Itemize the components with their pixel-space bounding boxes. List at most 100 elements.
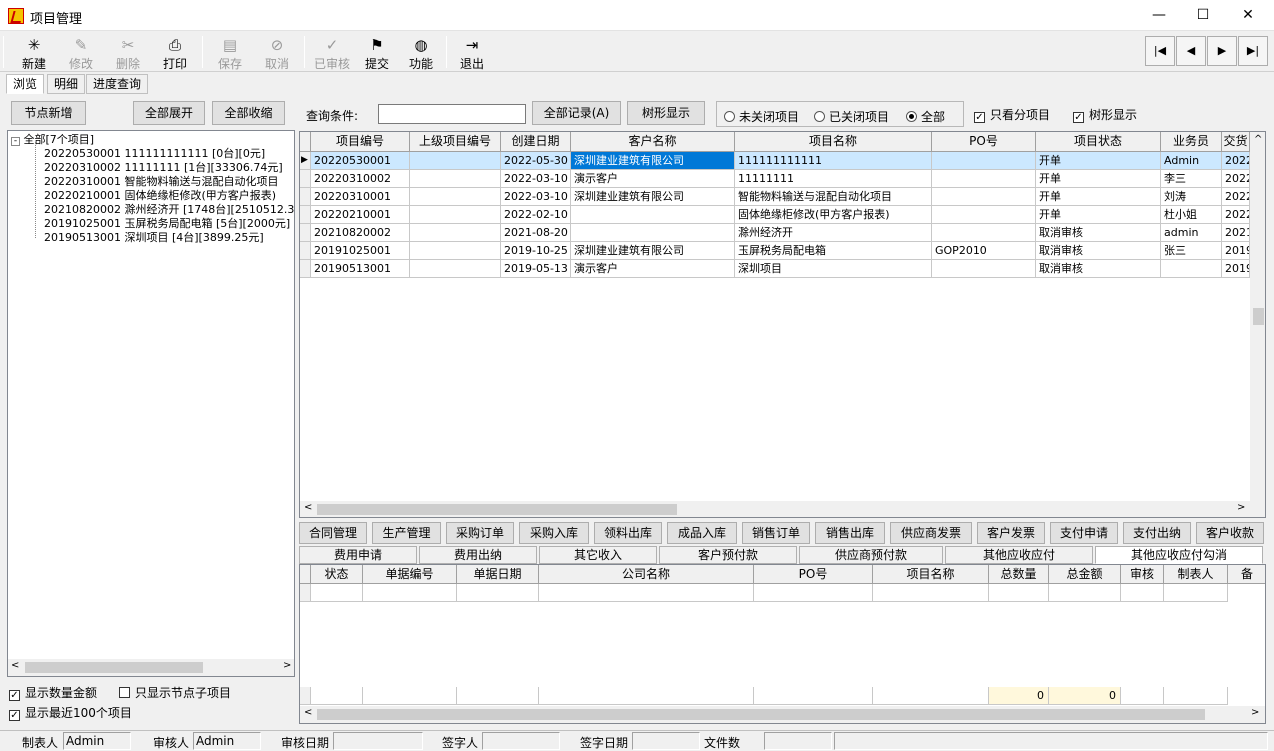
grid-cell[interactable]: 2022-02-10 15 (501, 206, 571, 224)
grid-cell[interactable]: 杜小姐 (1161, 206, 1222, 224)
grid-cell[interactable]: 开单 (1036, 152, 1161, 170)
grid-cell[interactable] (571, 206, 735, 224)
grid-cell[interactable] (571, 224, 735, 242)
tab-detail[interactable]: 明细 (47, 74, 86, 94)
col-header[interactable]: 状态 (311, 565, 363, 584)
module-button[interactable]: 销售出库 (815, 522, 885, 544)
grid-cell[interactable]: 演示客户 (571, 170, 735, 188)
module-button[interactable]: 合同管理 (299, 522, 367, 544)
grid-cell[interactable]: 深圳建业建筑有限公司 (571, 188, 735, 206)
grid-cell[interactable]: admin (1161, 224, 1222, 242)
project-tree[interactable]: - 全部[7个项目] 20220530001 111111111111 [0台]… (7, 130, 295, 677)
col-header[interactable]: 单据编号 (363, 565, 457, 584)
module-tab[interactable]: 费用申请 (299, 546, 417, 564)
col-header[interactable]: 总数量 (989, 565, 1049, 584)
empty-cell[interactable] (1121, 584, 1164, 602)
scroll-thumb[interactable] (25, 662, 203, 673)
module-tab[interactable]: 其他应收应付勾消 (1095, 546, 1263, 564)
grid-cell[interactable]: 开单 (1036, 170, 1161, 188)
radio-closed[interactable]: 已关闭项目 (814, 108, 889, 125)
radio-unclosed[interactable]: 未关闭项目 (724, 108, 799, 125)
show-recent-100-checkbox[interactable]: ✓ 显示最近100个项目 (9, 704, 132, 721)
grid-cell[interactable]: 20220310002 (311, 170, 410, 188)
grid-cell[interactable] (932, 206, 1036, 224)
module-button[interactable]: 供应商发票 (890, 522, 972, 544)
only-subprojects-checkbox[interactable]: ✓ 只看分项目 (974, 106, 1050, 123)
tree-item[interactable]: 20191025001 玉屏税务局配电箱 [5台][2000元] (44, 217, 290, 231)
empty-cell[interactable] (1164, 584, 1228, 602)
grid-hscrollbar[interactable]: < > (300, 501, 1265, 517)
collapse-all-button[interactable]: 全部收缩 (212, 101, 285, 125)
tab-progress-query[interactable]: 进度查询 (86, 74, 149, 94)
cancel-button[interactable]: ⊘ 取消 (256, 35, 298, 71)
grid-cell[interactable]: 2021 (1222, 224, 1250, 242)
col-header[interactable]: 项目编号 (311, 132, 410, 152)
grid-cell[interactable]: 2022-03-10 13 (501, 170, 571, 188)
col-header[interactable]: 审核 (1121, 565, 1164, 584)
save-button[interactable]: ▤ 保存 (209, 35, 251, 71)
col-header[interactable]: 单据日期 (457, 565, 539, 584)
col-header[interactable]: 制表人 (1164, 565, 1228, 584)
module-tab[interactable]: 费用出纳 (419, 546, 537, 564)
exit-button[interactable]: ⇥ 退出 (451, 35, 493, 71)
edit-button[interactable]: ✎ 修改 (60, 35, 102, 71)
grid-cell[interactable] (1161, 260, 1222, 278)
scroll-thumb[interactable] (1253, 308, 1264, 325)
empty-cell[interactable] (363, 584, 457, 602)
grid-cell[interactable]: 11111111 (735, 170, 932, 188)
scroll-right-icon[interactable]: > (1251, 707, 1259, 718)
scroll-left-icon[interactable]: < (11, 660, 19, 671)
grid-vscrollbar[interactable]: ^ (1250, 132, 1265, 501)
close-button[interactable]: ✕ (1225, 0, 1271, 31)
grid-cell[interactable]: 开单 (1036, 206, 1161, 224)
approved-button[interactable]: ✓ 已审核 (311, 35, 353, 71)
first-record-button[interactable]: |◀ (1145, 36, 1175, 66)
bottom-grid-hscrollbar[interactable]: < > (300, 706, 1265, 723)
grid-cell[interactable]: 2022 (1222, 206, 1250, 224)
col-header[interactable]: 创建日期 (501, 132, 571, 152)
maximize-button[interactable]: ☐ (1180, 0, 1226, 31)
row-header[interactable] (300, 188, 311, 206)
row-header[interactable] (300, 224, 311, 242)
grid-cell[interactable] (932, 188, 1036, 206)
collapse-toggle-icon[interactable]: - (11, 137, 20, 146)
grid-cell[interactable]: 张三 (1161, 242, 1222, 260)
print-button[interactable]: ⎙ 打印 (154, 35, 196, 71)
grid-cell[interactable] (410, 242, 501, 260)
module-button[interactable]: 领料出库 (594, 522, 662, 544)
grid-cell[interactable]: 深圳建业建筑有限公司 (571, 152, 735, 170)
grid-cell[interactable]: 2019 (1222, 260, 1250, 278)
delete-button[interactable]: ✂ 删除 (107, 35, 149, 71)
grid-cell[interactable]: 取消审核 (1036, 260, 1161, 278)
empty-cell[interactable] (311, 584, 363, 602)
tree-display-checkbox[interactable]: ✓ 树形显示 (1073, 106, 1137, 123)
grid-cell[interactable]: 智能物料输送与混配自动化项目 (735, 188, 932, 206)
add-node-button[interactable]: 节点新增 (11, 101, 86, 125)
grid-cell[interactable]: 20220210001 (311, 206, 410, 224)
function-button[interactable]: ◍ 功能 (400, 35, 442, 71)
grid-cell[interactable] (410, 206, 501, 224)
grid-cell[interactable]: 20210820002 (311, 224, 410, 242)
empty-cell[interactable] (1049, 584, 1121, 602)
tree-item[interactable]: 20210820002 滁州经济开 [1748台][2510512.33 (44, 203, 294, 217)
grid-cell[interactable]: 刘涛 (1161, 188, 1222, 206)
row-header[interactable] (300, 242, 311, 260)
module-button[interactable]: 销售订单 (742, 522, 810, 544)
scroll-right-icon[interactable]: > (283, 660, 291, 671)
query-input[interactable] (378, 104, 526, 124)
module-button[interactable]: 支付申请 (1050, 522, 1118, 544)
col-header[interactable]: 交货 (1222, 132, 1250, 152)
grid-cell[interactable]: 20220310001 (311, 188, 410, 206)
grid-cell[interactable] (410, 188, 501, 206)
grid-cell[interactable]: 2022-05-30 10 (501, 152, 571, 170)
row-header[interactable] (300, 206, 311, 224)
grid-cell[interactable]: 2019 (1222, 242, 1250, 260)
grid-cell[interactable]: 20220530001 (311, 152, 410, 170)
empty-cell[interactable] (754, 584, 873, 602)
tree-item[interactable]: 20190513001 深圳项目 [4台][3899.25元] (44, 231, 264, 245)
col-header[interactable]: 客户名称 (571, 132, 735, 152)
module-button[interactable]: 生产管理 (372, 522, 441, 544)
grid-cell[interactable]: 取消审核 (1036, 242, 1161, 260)
grid-cell[interactable] (410, 224, 501, 242)
grid-cell[interactable]: 深圳建业建筑有限公司 (571, 242, 735, 260)
